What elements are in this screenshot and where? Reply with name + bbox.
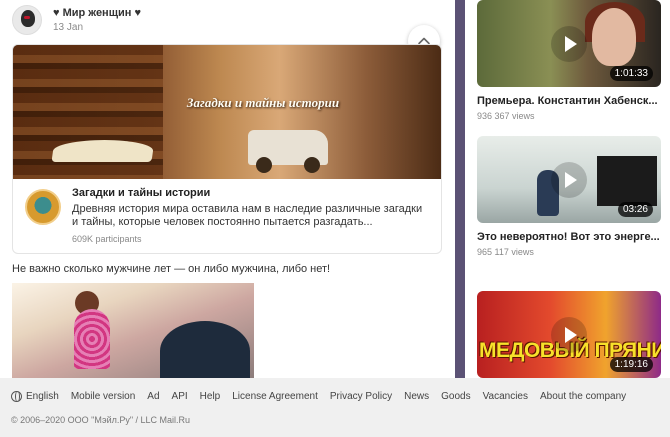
video-thumbnail[interactable]: МЕДОВЫЙ ПРЯНИК 1:19:16: [477, 291, 661, 378]
group-description: Древняя история мира оставила нам в насл…: [72, 203, 423, 228]
footer-link-api[interactable]: API: [172, 391, 188, 402]
post-photo[interactable]: [12, 283, 254, 378]
play-icon[interactable]: [551, 316, 587, 353]
banner-open-book: [51, 140, 155, 162]
video-views: 965 117 views: [477, 247, 534, 257]
video-title[interactable]: Это невероятно! Вот это энерге...: [477, 231, 661, 243]
footer-link-privacy[interactable]: Privacy Policy: [330, 391, 392, 402]
video-duration: 03:26: [617, 202, 653, 217]
post-text: Не важно сколько мужчине лет — он либо м…: [12, 263, 331, 275]
footer-link-goods[interactable]: Goods: [441, 391, 470, 402]
footer-link-vacancies[interactable]: Vacancies: [483, 391, 528, 402]
feed: ♥ Мир женщин ♥ 13 Jan Загадки и тайны ис…: [0, 0, 455, 378]
banner-title: Загадки и тайны истории: [186, 95, 340, 110]
post-meta: ♥ Мир женщин ♥ 13 Jan: [53, 7, 141, 33]
copyright: © 2006–2020 ООО "Мэйл.Ру" / LLC Mail.Ru: [11, 415, 191, 425]
author-avatar[interactable]: [12, 5, 42, 35]
play-icon[interactable]: [551, 25, 587, 62]
video-sidebar: 1:01:33 Премьера. Константин Хабенск... …: [465, 0, 670, 378]
video-thumbnail[interactable]: 03:26: [477, 136, 661, 223]
group-card-body: Загадки и тайны истории Древняя история …: [13, 179, 441, 253]
language-switcher[interactable]: English: [26, 391, 59, 402]
footer-link-mobile[interactable]: Mobile version: [71, 391, 135, 402]
footer-link-about[interactable]: About the company: [540, 391, 626, 402]
thumb-piano: [597, 156, 657, 206]
video-duration: 1:01:33: [609, 66, 653, 81]
footer-link-ad[interactable]: Ad: [147, 391, 159, 402]
group-avatar[interactable]: [25, 189, 61, 225]
banner-jeep: [248, 130, 328, 173]
post-author[interactable]: ♥ Мир женщин ♥: [53, 7, 141, 19]
post-date[interactable]: 13 Jan: [53, 22, 141, 33]
footer-link-license[interactable]: License Agreement: [232, 391, 318, 402]
group-participants: 609K participants: [72, 234, 142, 244]
video-title[interactable]: Премьера. Константин Хабенск...: [477, 95, 661, 107]
photo-child: [74, 309, 110, 369]
video-item[interactable]: МЕДОВЫЙ ПРЯНИК 1:19:16: [477, 291, 661, 378]
page: ♥ Мир женщин ♥ 13 Jan Загадки и тайны ис…: [0, 0, 670, 437]
group-card[interactable]: Загадки и тайны истории Загадки и тайны …: [12, 44, 442, 254]
video-thumbnail[interactable]: 1:01:33: [477, 0, 661, 87]
column-divider: [455, 0, 465, 378]
footer-link-news[interactable]: News: [404, 391, 429, 402]
globe-icon: [11, 391, 22, 402]
video-views: 936 367 views: [477, 111, 535, 121]
play-icon[interactable]: [551, 161, 587, 198]
video-item[interactable]: 03:26 Это невероятно! Вот это энерге... …: [477, 136, 661, 257]
group-banner[interactable]: Загадки и тайны истории: [13, 45, 441, 179]
footer-links: English Mobile version Ad API Help Licen…: [11, 391, 638, 402]
footer-link-help[interactable]: Help: [200, 391, 221, 402]
thumb-face: [592, 8, 636, 66]
video-item[interactable]: 1:01:33 Премьера. Константин Хабенск... …: [477, 0, 661, 121]
post-header: ♥ Мир женщин ♥ 13 Jan: [12, 5, 141, 35]
group-title[interactable]: Загадки и тайны истории: [72, 187, 210, 199]
photo-adult: [160, 321, 250, 378]
video-duration: 1:19:16: [609, 357, 653, 372]
footer: English Mobile version Ad API Help Licen…: [0, 378, 670, 437]
